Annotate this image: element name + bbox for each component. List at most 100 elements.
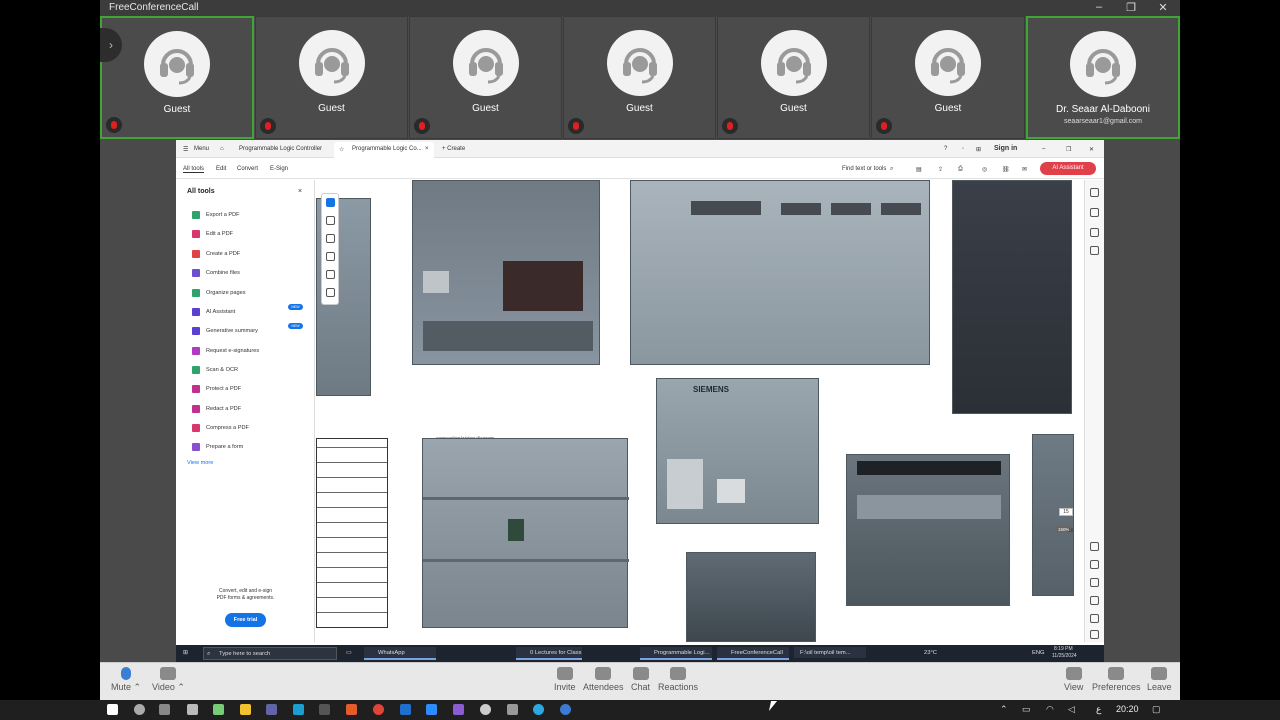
- restore-icon[interactable]: ❐: [1121, 1, 1141, 14]
- chevron-up-icon[interactable]: ⌃: [1000, 704, 1008, 715]
- tool-redact-pdf[interactable]: Redact a PDF: [192, 404, 241, 416]
- video-button[interactable]: Video ⌃: [152, 667, 185, 693]
- task-view-icon[interactable]: [159, 704, 170, 715]
- search-icon[interactable]: [134, 704, 145, 715]
- pen-icon[interactable]: [326, 234, 335, 243]
- taskbar-app-icon[interactable]: [507, 704, 518, 715]
- teams-icon[interactable]: [266, 704, 277, 715]
- participant-tile[interactable]: Guest: [563, 16, 716, 139]
- chrome-icon[interactable]: [373, 704, 384, 715]
- windows-search-box[interactable]: ⌕ Type here to search: [203, 647, 337, 660]
- ai-assistant-button[interactable]: AI Assistant: [1040, 162, 1096, 175]
- bookmark-icon[interactable]: [1090, 228, 1099, 237]
- clock[interactable]: 20:20: [1116, 704, 1139, 714]
- tab-document-2[interactable]: ☆ Programmable Logic Co... ×: [334, 142, 434, 158]
- chevron-up-icon[interactable]: [1090, 542, 1099, 551]
- chat-button[interactable]: Chat: [631, 667, 650, 692]
- tool-export-pdf[interactable]: Export a PDF: [192, 210, 240, 222]
- taskbar-app-folder[interactable]: 0 Lectures for Class: [516, 647, 582, 660]
- outlook-icon[interactable]: [400, 704, 411, 715]
- mail-icon[interactable]: ✉: [1022, 166, 1027, 173]
- language-indicator[interactable]: ع: [1096, 704, 1101, 715]
- taskbar-app-explorer[interactable]: F:\oil temp\oil tem...: [794, 647, 866, 660]
- tool-request-esignatures[interactable]: Request e-signatures: [192, 346, 259, 358]
- taskbar-app-icon[interactable]: [293, 704, 304, 715]
- zoom-icon[interactable]: [326, 216, 335, 225]
- select-icon[interactable]: [326, 198, 335, 207]
- tool-create-pdf[interactable]: Create a PDF: [192, 249, 240, 261]
- taskbar-app-icon[interactable]: [187, 704, 198, 715]
- preferences-button[interactable]: Preferences: [1092, 667, 1141, 692]
- participant-tile[interactable]: Guest: [255, 16, 408, 139]
- windows-start-icon[interactable]: ⊞: [183, 650, 188, 656]
- refresh-icon[interactable]: [1090, 578, 1099, 587]
- taskbar-app-acrobat[interactable]: Programmable Logi...: [640, 647, 712, 660]
- taskbar-app-freeconferencecall[interactable]: FreeConferenceCall: [717, 647, 789, 660]
- free-trial-button[interactable]: Free trial: [225, 613, 266, 627]
- find-tools-input[interactable]: Find text or tools: [842, 166, 886, 172]
- zoom-out-icon[interactable]: [1090, 630, 1099, 639]
- menu-label[interactable]: Menu: [194, 146, 209, 152]
- taskbar-app-icon[interactable]: [213, 704, 224, 715]
- tool-prepare-form[interactable]: Prepare a form: [192, 442, 243, 454]
- upload-icon[interactable]: ⇪: [938, 166, 943, 173]
- toolbar-convert[interactable]: Convert: [237, 166, 258, 172]
- attendees-button[interactable]: Attendees: [583, 667, 624, 692]
- properties-icon[interactable]: [1090, 208, 1099, 217]
- comment-panel-icon[interactable]: [1090, 188, 1099, 197]
- page-number-field[interactable]: 15: [1059, 508, 1073, 516]
- hamburger-icon[interactable]: ☰: [183, 146, 188, 153]
- taskbar-app-icon[interactable]: [480, 704, 491, 715]
- taskbar-app-whatsapp[interactable]: WhatsApp: [364, 647, 436, 660]
- battery-icon[interactable]: ▭: [1022, 704, 1031, 715]
- tool-compress-pdf[interactable]: Compress a PDF: [192, 423, 249, 435]
- participant-tile[interactable]: Guest: [100, 16, 254, 139]
- visual-studio-icon[interactable]: [453, 704, 464, 715]
- close-icon[interactable]: ✕: [1089, 146, 1094, 153]
- chevron-down-icon[interactable]: [1090, 560, 1099, 569]
- zoom-fit-icon[interactable]: [1090, 596, 1099, 605]
- notification-icon[interactable]: ▢: [1152, 704, 1161, 715]
- taskbar-app-icon[interactable]: [319, 704, 330, 715]
- close-icon[interactable]: ✕: [1153, 1, 1173, 14]
- tool-protect-pdf[interactable]: Protect a PDF: [192, 384, 241, 396]
- create-tab-button[interactable]: + Create: [442, 146, 465, 152]
- invite-button[interactable]: Invite: [554, 667, 576, 692]
- view-more-link[interactable]: View more: [187, 460, 213, 466]
- tool-ai-assistant[interactable]: AI Assistant: [192, 307, 235, 319]
- comment-icon[interactable]: ◎: [982, 166, 987, 173]
- wifi-icon[interactable]: ◠: [1046, 704, 1054, 715]
- volume-icon[interactable]: ◁: [1068, 704, 1075, 715]
- participant-tile[interactable]: Guest: [717, 16, 870, 139]
- tool-scan-ocr[interactable]: Scan & OCR: [192, 365, 238, 377]
- tab-document-1[interactable]: Programmable Logic Controller: [234, 142, 331, 158]
- view-button[interactable]: View: [1064, 667, 1083, 692]
- toolbar-edit[interactable]: Edit: [216, 166, 226, 172]
- tool-combine-files[interactable]: Combine files: [192, 268, 240, 280]
- tool-generative-summary[interactable]: Generative summary: [192, 326, 258, 338]
- print-icon[interactable]: ⎙: [958, 166, 963, 173]
- tool-edit-pdf[interactable]: Edit a PDF: [192, 229, 233, 241]
- help-icon[interactable]: ?: [944, 146, 947, 152]
- participant-tile[interactable]: Guest: [871, 16, 1025, 139]
- close-icon[interactable]: ×: [298, 188, 302, 195]
- zoom-in-icon[interactable]: [1090, 614, 1099, 623]
- reactions-button[interactable]: Reactions: [658, 667, 698, 692]
- task-view-icon[interactable]: ▭: [346, 650, 351, 656]
- sign-in-button[interactable]: Sign in: [994, 145, 1017, 152]
- taskbar-app-icon[interactable]: [346, 704, 357, 715]
- leave-button[interactable]: Leave: [1147, 667, 1172, 692]
- windows-start-icon[interactable]: [107, 704, 118, 715]
- link-icon[interactable]: ⛓: [1002, 166, 1010, 173]
- participant-tile-host[interactable]: Dr. Seaar Al-Dabooni seaarseaar1@gmail.c…: [1026, 16, 1180, 139]
- freeconferencecall-icon[interactable]: [560, 704, 571, 715]
- participant-tile[interactable]: Guest: [409, 16, 562, 139]
- edge-icon[interactable]: [533, 704, 544, 715]
- home-icon[interactable]: ⌂: [220, 146, 224, 152]
- search-icon[interactable]: ⌕: [890, 166, 893, 173]
- close-icon[interactable]: ×: [425, 146, 429, 152]
- file-explorer-icon[interactable]: [240, 704, 251, 715]
- lasso-icon[interactable]: [326, 252, 335, 261]
- minimize-icon[interactable]: –: [1042, 146, 1045, 152]
- pages-icon[interactable]: [1090, 246, 1099, 255]
